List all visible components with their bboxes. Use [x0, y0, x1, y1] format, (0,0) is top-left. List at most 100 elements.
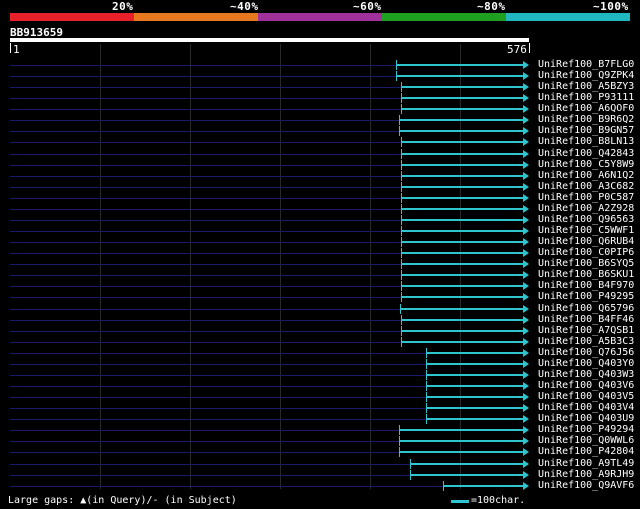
- hit-bar[interactable]: [401, 208, 523, 210]
- hit-label-link[interactable]: UniRef100_A6N1Q2: [538, 170, 634, 181]
- hit-label-link[interactable]: UniRef100_A3C682: [538, 181, 634, 192]
- hit-bar[interactable]: [410, 474, 523, 476]
- hit-label-link[interactable]: UniRef100_B8LN13: [538, 136, 634, 147]
- hit-label-link[interactable]: UniRef100_Q403V6: [538, 380, 634, 391]
- hit-bar[interactable]: [399, 451, 523, 453]
- hit-label-link[interactable]: UniRef100_Q96563: [538, 214, 634, 225]
- hit-bar[interactable]: [401, 186, 523, 188]
- hit-bar[interactable]: [401, 164, 523, 166]
- hit-row-background: [10, 76, 396, 77]
- hit-row-background: [10, 87, 402, 88]
- hit-label-link[interactable]: UniRef100_B9R6Q2: [538, 114, 634, 125]
- hit-arrow-icon: [523, 138, 529, 146]
- hit-bar[interactable]: [399, 429, 523, 431]
- hit-label-link[interactable]: UniRef100_A6QOF0: [538, 103, 634, 114]
- hit-label-link[interactable]: UniRef100_B7FLG0: [538, 59, 634, 70]
- hit-bar[interactable]: [399, 130, 523, 132]
- hit-label-link[interactable]: UniRef100_A9RJH9: [538, 469, 634, 480]
- hit-bar[interactable]: [401, 296, 523, 298]
- hit-label-link[interactable]: UniRef100_Q6RUB4: [538, 236, 634, 247]
- hit-bar[interactable]: [426, 407, 523, 409]
- hit-label-link[interactable]: UniRef100_Q403Y0: [538, 358, 634, 369]
- hit-label-link[interactable]: UniRef100_Q403W3: [538, 369, 634, 380]
- hit-label-link[interactable]: UniRef100_B4FF46: [538, 314, 634, 325]
- hit-bar[interactable]: [401, 274, 523, 276]
- hit-bar[interactable]: [426, 396, 523, 398]
- hit-bar[interactable]: [401, 153, 523, 155]
- hit-label-link[interactable]: UniRef100_Q76J56: [538, 347, 634, 358]
- hit-bar[interactable]: [395, 75, 523, 77]
- hit-bar[interactable]: [401, 341, 523, 343]
- hit-bar[interactable]: [426, 374, 523, 376]
- hit-bar[interactable]: [401, 241, 523, 243]
- hit-bar[interactable]: [401, 141, 523, 143]
- query-bar: [10, 38, 529, 42]
- hit-row-background: [10, 253, 402, 254]
- hit-bar[interactable]: [401, 263, 523, 265]
- hit-label-link[interactable]: UniRef100_P93111: [538, 92, 634, 103]
- hit-bar[interactable]: [426, 385, 523, 387]
- hit-label-link[interactable]: UniRef100_Q65796: [538, 303, 634, 314]
- hit-label-link[interactable]: UniRef100_A5B3C3: [538, 336, 634, 347]
- hit-label-link[interactable]: UniRef100_Q403V5: [538, 391, 634, 402]
- hit-label-link[interactable]: UniRef100_B9GN57: [538, 125, 634, 136]
- hit-label-link[interactable]: UniRef100_P42804: [538, 446, 634, 457]
- hit-bar[interactable]: [401, 252, 523, 254]
- hit-row-background: [10, 120, 400, 121]
- hit-label-link[interactable]: UniRef100_A7QSB1: [538, 325, 634, 336]
- hit-bar[interactable]: [401, 97, 523, 99]
- hit-label-link[interactable]: UniRef100_Q9AVF6: [538, 480, 634, 491]
- hit-bar[interactable]: [399, 119, 523, 121]
- hit-bar[interactable]: [401, 330, 523, 332]
- hit-bar[interactable]: [401, 86, 523, 88]
- hit-label-link[interactable]: UniRef100_A9TL49: [538, 458, 634, 469]
- hit-label-link[interactable]: UniRef100_A2Z928: [538, 203, 634, 214]
- hit-arrow-icon: [523, 249, 529, 257]
- hit-label-link[interactable]: UniRef100_B6SYQ5: [538, 258, 634, 269]
- percent-label-40: ~40%: [230, 0, 259, 13]
- hit-bar[interactable]: [401, 197, 523, 199]
- hit-label-link[interactable]: UniRef100_Q403U9: [538, 413, 634, 424]
- hit-label-link[interactable]: UniRef100_P49294: [538, 424, 634, 435]
- hit-bar[interactable]: [399, 440, 523, 442]
- hit-row-background: [10, 154, 402, 155]
- hit-bar[interactable]: [401, 285, 523, 287]
- hit-label-link[interactable]: UniRef100_P49295: [538, 291, 634, 302]
- hit-bar[interactable]: [401, 230, 523, 232]
- hit-arrow-icon: [523, 293, 529, 301]
- hit-bar[interactable]: [426, 418, 523, 420]
- hit-bar[interactable]: [410, 463, 523, 465]
- hit-label-link[interactable]: UniRef100_B6SKU1: [538, 269, 634, 280]
- hit-arrow-icon: [523, 426, 529, 434]
- hit-bar[interactable]: [400, 308, 523, 310]
- hit-label-link[interactable]: UniRef100_C0PIP6: [538, 247, 634, 258]
- hit-bar[interactable]: [401, 108, 523, 110]
- hit-label-link[interactable]: UniRef100_A5BZY3: [538, 81, 634, 92]
- hit-bar[interactable]: [395, 64, 523, 66]
- hit-row-background: [10, 408, 427, 409]
- hit-label-link[interactable]: UniRef100_Q0WWL6: [538, 435, 634, 446]
- hit-bar[interactable]: [443, 485, 523, 487]
- hit-arrow-icon: [523, 482, 529, 490]
- hit-label-link[interactable]: UniRef100_Q403V4: [538, 402, 634, 413]
- hit-bar[interactable]: [426, 363, 523, 365]
- scale-start-label: 1: [13, 43, 20, 56]
- hit-arrow-icon: [523, 150, 529, 158]
- hit-bar[interactable]: [401, 219, 523, 221]
- hit-label-link[interactable]: UniRef100_Q42843: [538, 148, 634, 159]
- hit-row-background: [10, 275, 402, 276]
- hit-row-background: [10, 430, 400, 431]
- gaps-legend: Large gaps: ▲(in Query)/- (in Subject): [8, 495, 237, 506]
- hit-row-background: [10, 475, 411, 476]
- hit-bar[interactable]: [401, 319, 523, 321]
- hit-arrow-icon: [523, 216, 529, 224]
- hit-bar[interactable]: [401, 175, 523, 177]
- hit-label-link[interactable]: UniRef100_Q9ZPK4: [538, 70, 634, 81]
- hit-arrow-icon: [523, 183, 529, 191]
- hit-label-link[interactable]: UniRef100_B4F970: [538, 280, 634, 291]
- hit-label-link[interactable]: UniRef100_C5Y8W9: [538, 159, 634, 170]
- gridline: [370, 44, 371, 489]
- hit-label-link[interactable]: UniRef100_C5WWF1: [538, 225, 634, 236]
- hit-label-link[interactable]: UniRef100_P0C587: [538, 192, 634, 203]
- hit-bar[interactable]: [426, 352, 523, 354]
